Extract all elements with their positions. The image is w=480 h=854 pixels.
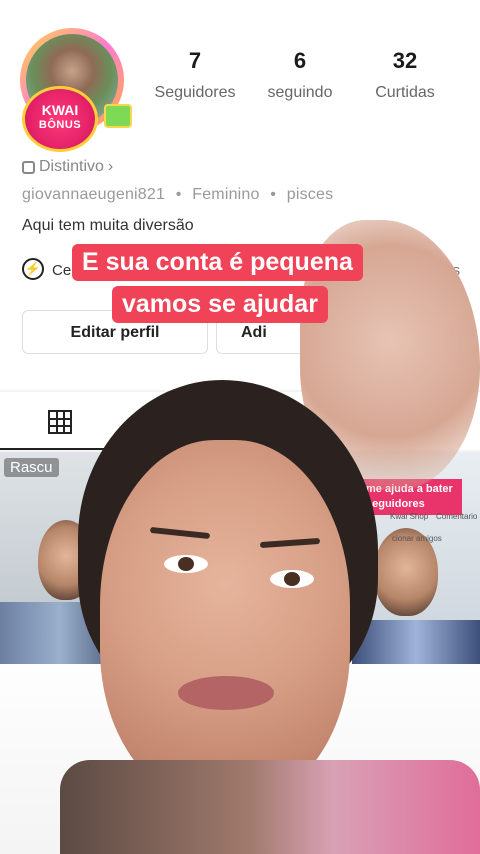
add-friends-label: Adi <box>241 324 267 341</box>
mini-label-shop: Kwai Shop <box>390 512 429 521</box>
stat-likes[interactable]: 32 Curtidas <box>355 48 455 102</box>
mini-label-comment: Comentario <box>436 512 478 521</box>
bonus-line2: BÔNUS <box>38 119 82 131</box>
stat-followers[interactable]: 7 Seguidores <box>145 48 245 102</box>
edit-profile-label: Editar perfil <box>70 324 160 341</box>
mini-label-friends: cionar amigos <box>392 534 442 543</box>
lightning-icon: ⚡ <box>22 258 44 280</box>
grid-icon[interactable] <box>48 410 72 434</box>
username: giovannaeugeni821 <box>22 186 166 203</box>
avatar[interactable]: KWAI BÔNUS <box>14 24 132 156</box>
kwai-bonus-badge[interactable]: KWAI BÔNUS <box>22 86 98 152</box>
creator-center-link[interactable]: Ce <box>52 262 71 279</box>
thumb-shirt-right <box>352 620 480 664</box>
right-eye <box>270 570 314 588</box>
followers-count: 7 <box>188 48 202 73</box>
badge-label: Distintivo <box>39 158 104 175</box>
gender: Feminino <box>192 186 260 203</box>
stat-following[interactable]: 6 seguindo <box>250 48 350 102</box>
zodiac-sign: pisces <box>286 186 334 203</box>
person-mouth <box>178 676 274 710</box>
likes-label: Curtidas <box>375 84 435 101</box>
draft-label[interactable]: Rascu <box>4 458 59 477</box>
followers-label: Seguidores <box>154 84 236 101</box>
badge-icon <box>22 160 35 174</box>
profile-info-row: giovannaeugeni821 • Feminino • pisces <box>22 186 334 203</box>
bonus-line1: KWAI <box>41 102 79 118</box>
bio-text: Aqui tem muita diversão <box>22 217 194 234</box>
chevron-right-icon: › <box>107 158 114 175</box>
person-face <box>100 440 350 800</box>
money-icon <box>104 104 132 128</box>
person-shirt <box>60 760 480 854</box>
likes-count: 32 <box>392 48 418 73</box>
badge-link[interactable]: Distintivo › <box>22 158 113 176</box>
following-label: seguindo <box>267 84 333 101</box>
caption-line1: E sua conta é pequena <box>72 244 363 281</box>
following-count: 6 <box>293 48 307 73</box>
caption-line2: vamos se ajudar <box>112 286 328 323</box>
left-eye <box>164 555 208 573</box>
